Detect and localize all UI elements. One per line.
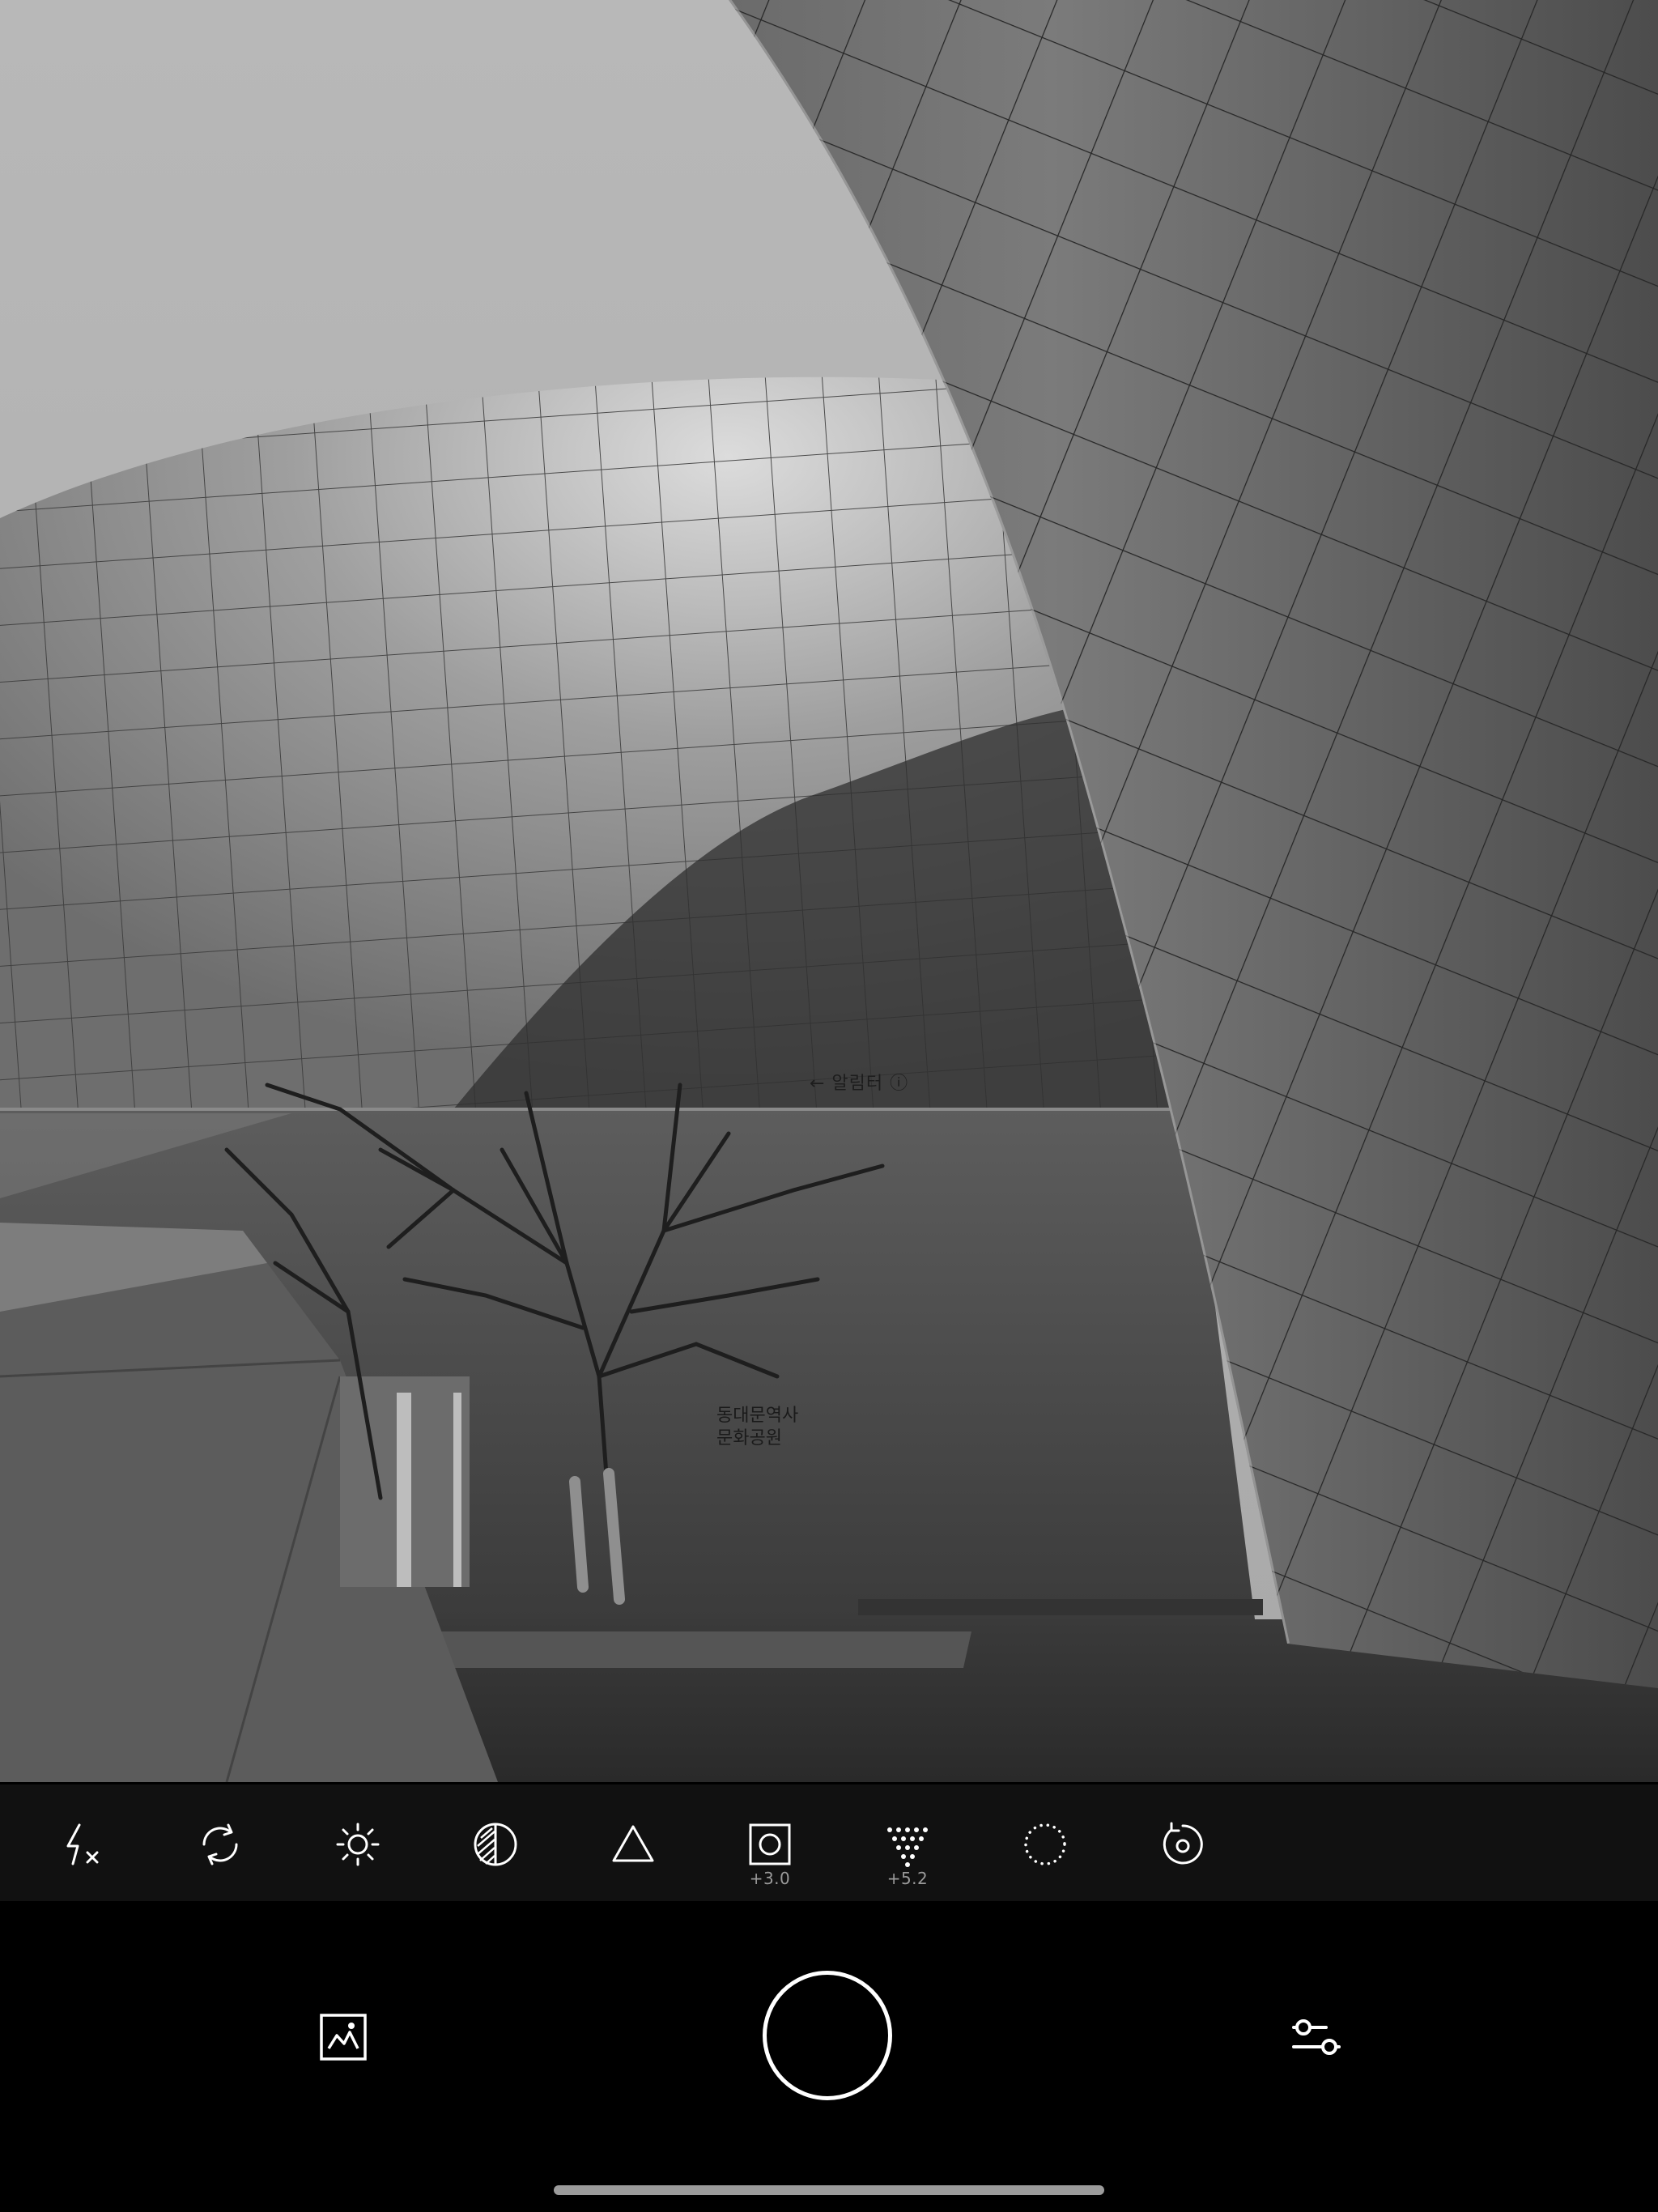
gallery-button[interactable] — [317, 2011, 369, 2063]
contrast-icon — [474, 1823, 517, 1866]
viewfinder-photo — [0, 0, 1658, 1782]
flash-off-icon — [66, 1823, 99, 1865]
timer-icon — [1163, 1822, 1203, 1865]
rotate-camera-icon — [202, 1823, 238, 1865]
shutter-button[interactable] — [763, 1971, 892, 2100]
timer-button[interactable] — [1134, 1784, 1231, 1901]
sun-icon — [336, 1823, 380, 1866]
square-value: +3.0 — [749, 1869, 791, 1888]
sliders-icon — [1292, 2019, 1341, 2055]
flash-off-button[interactable] — [32, 1784, 130, 1901]
image-icon — [320, 2014, 367, 2061]
home-indicator[interactable] — [554, 2185, 1104, 2195]
building-sign-text: 동대문역사 문화공원 — [716, 1406, 799, 1448]
camera-tool-strip: +3.0 +5.2 — [0, 1784, 1658, 1901]
grain-value: +5.2 — [886, 1869, 929, 1888]
square-circle-icon — [749, 1823, 791, 1865]
switch-camera-button[interactable] — [172, 1784, 269, 1901]
square-button[interactable]: +3.0 — [721, 1784, 818, 1901]
wall-sign-text: ← 알림터 ⓘ — [810, 1074, 909, 1094]
settings-button[interactable] — [1290, 2011, 1342, 2063]
triangle-icon — [612, 1825, 654, 1862]
capture-controls — [0, 1901, 1658, 2212]
vignette-button[interactable] — [997, 1784, 1094, 1901]
grain-button[interactable]: +5.2 — [859, 1784, 956, 1901]
camera-viewfinder[interactable]: ← 알림터 ⓘ 동대문역사 문화공원 — [0, 0, 1658, 1782]
dots-triangle-icon — [887, 1827, 928, 1867]
contrast-button[interactable] — [447, 1784, 544, 1901]
triangle-button[interactable] — [585, 1784, 682, 1901]
dotted-circle-icon — [1024, 1823, 1066, 1865]
exposure-button[interactable] — [309, 1784, 406, 1901]
